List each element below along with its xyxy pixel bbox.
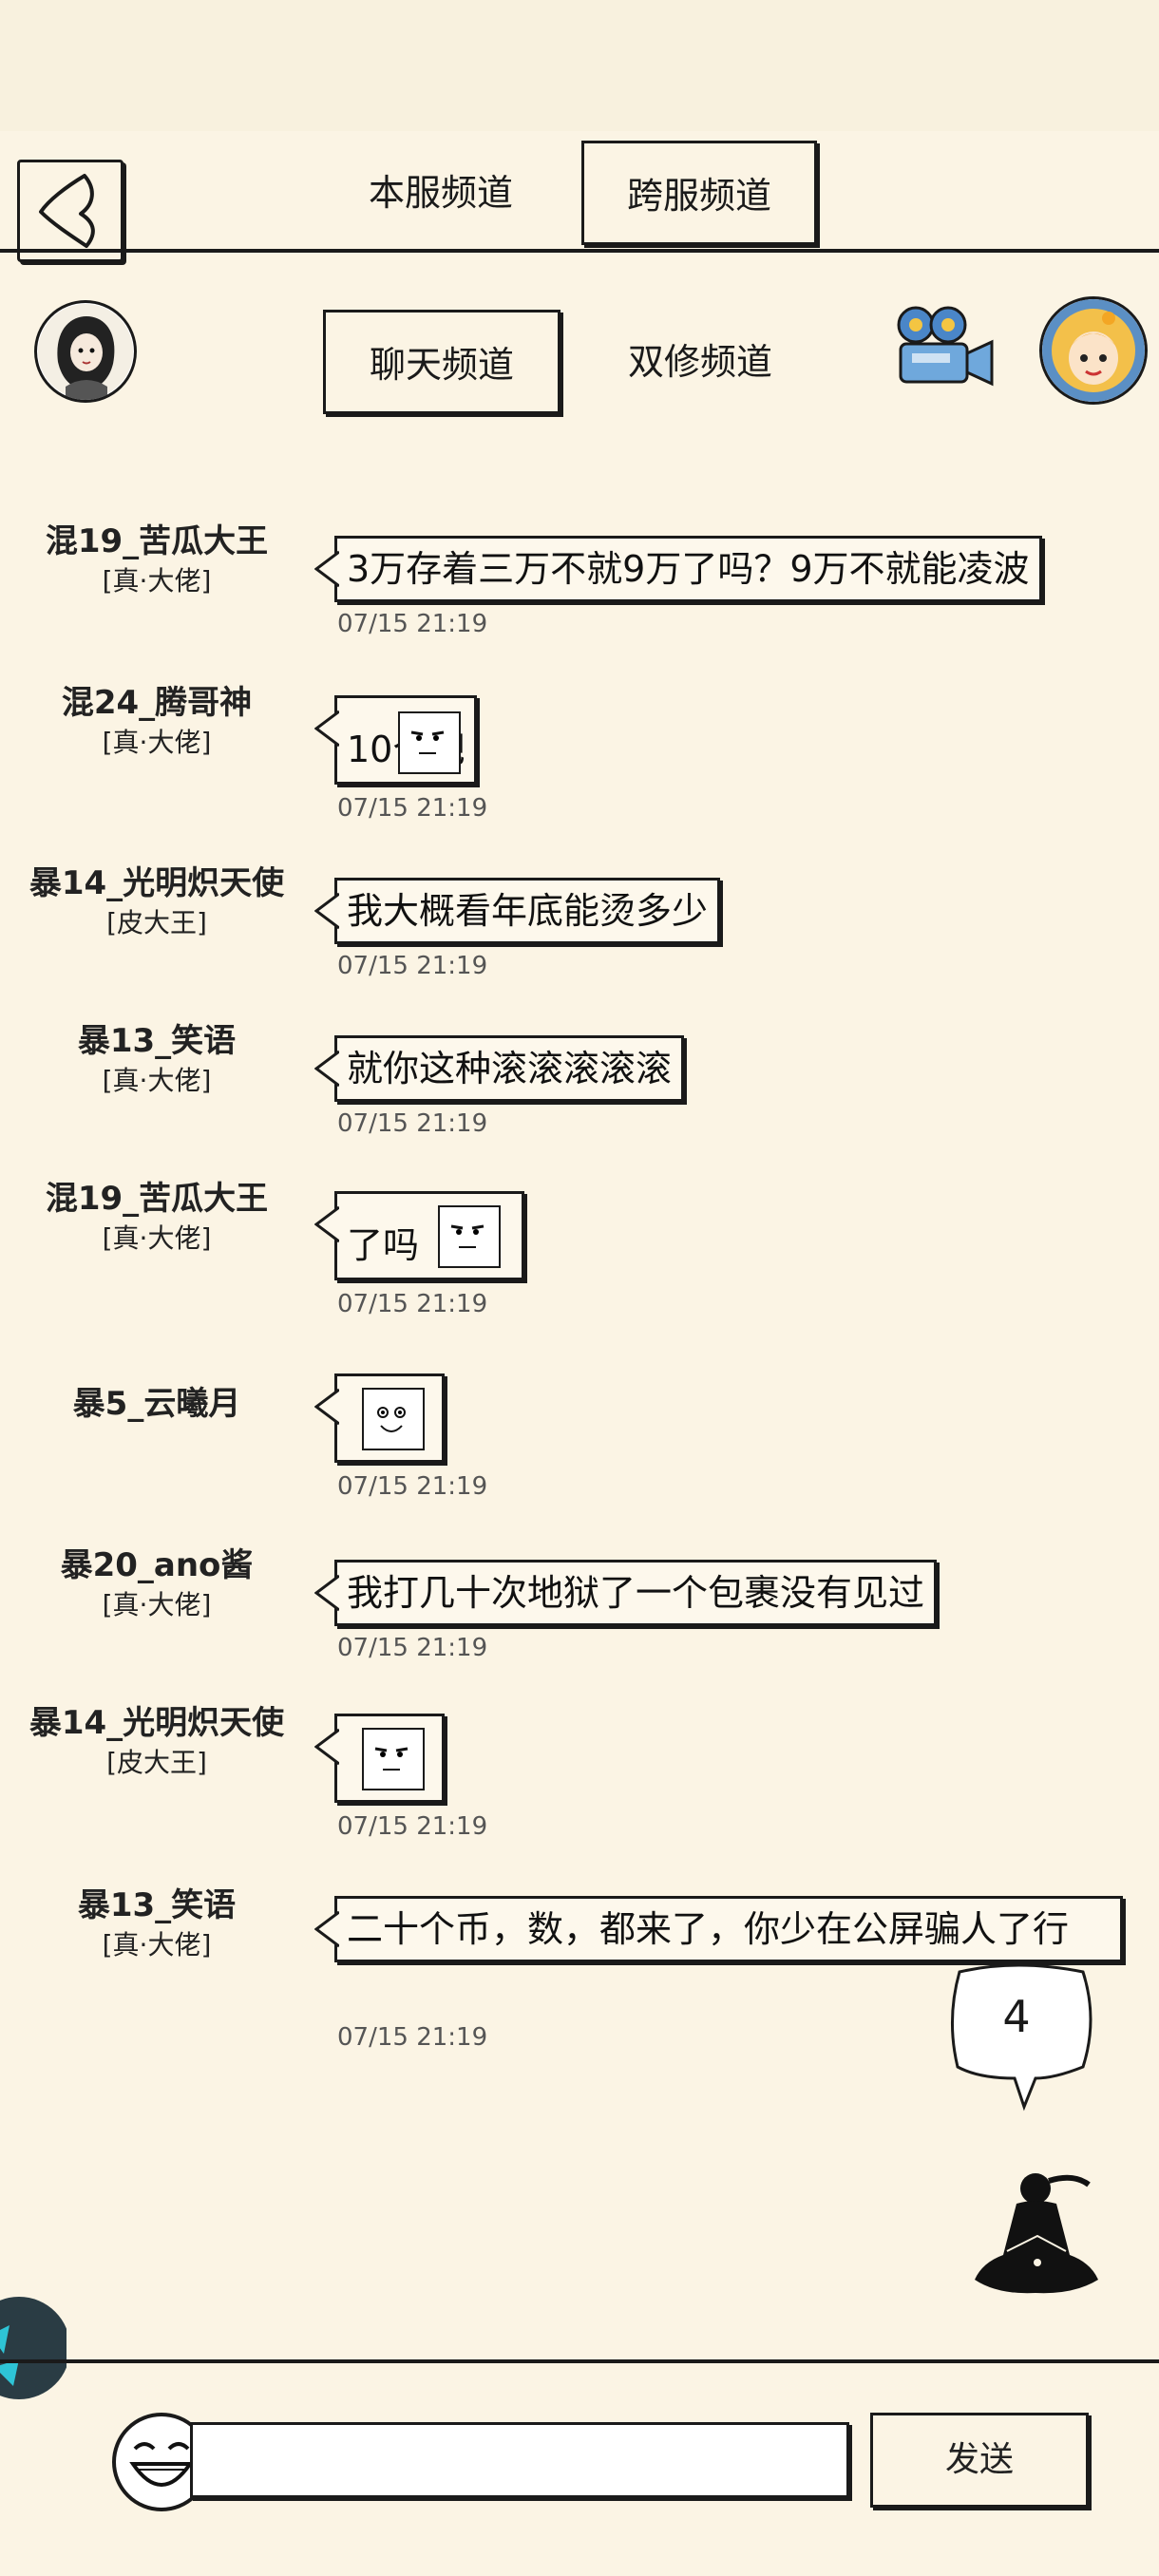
floating-assistant-icon[interactable] [0,2287,70,2415]
sender-name: 暴20_ano酱 [60,1546,254,1584]
message-time: 07/15 21:19 [337,794,488,823]
message-sender[interactable]: 暴20_ano酱 [真·大佬] [0,1544,314,1624]
back-button[interactable] [17,160,124,262]
message-time: 07/15 21:19 [337,1109,488,1138]
sender-name: 暴13_笑语 [77,1886,237,1924]
smiling-face-sticker-icon [362,1388,425,1450]
sender-name: 混19_苦瓜大王 [45,1180,269,1218]
message-time: 07/15 21:19 [337,610,488,638]
sender-title: [真·大佬] [102,727,212,758]
back-arrow-icon [39,174,95,248]
sender-title: [皮大王] [106,1747,207,1778]
message-sender[interactable]: 混19_苦瓜大王 [真·大佬] [0,1178,314,1258]
message-sender[interactable]: 暴13_笑语 [真·大佬] [0,1020,314,1100]
tab-chat-channel[interactable]: 聊天频道 [323,310,560,414]
unread-count: 4 [1002,1991,1031,2042]
sender-name: 混19_苦瓜大王 [45,522,269,560]
message-bubble[interactable]: 我大概看年底能烫多少 [314,878,721,944]
message-time: 07/15 21:19 [337,1290,488,1318]
video-camera-icon[interactable] [889,304,998,399]
message-bubble[interactable]: 了吗 [314,1191,524,1280]
player-avatar[interactable] [34,300,137,403]
unread-count-badge[interactable]: 4 [940,1953,1102,2114]
message-time: 07/15 21:19 [337,952,488,980]
npc-avatar[interactable] [1039,296,1148,405]
message-time: 07/15 21:19 [337,1472,488,1501]
sender-title: [真·大佬] [102,565,212,597]
sender-title: [真·大佬] [102,1065,212,1096]
message-sender[interactable]: 暴5_云曦月 [0,1383,314,1425]
message-time: 07/15 21:19 [337,2023,488,2052]
message-bubble[interactable]: 3万存着三万不就9万了吗？9万不就能凌波 [314,536,1042,602]
send-button[interactable]: 发送 [870,2413,1089,2508]
face-sticker-icon [362,1728,425,1790]
chat-input[interactable] [190,2422,849,2498]
sender-title: [皮大王] [106,907,207,938]
message-text: 了吗 [347,1224,420,1266]
message-sender[interactable]: 暴14_光明炽天使 [皮大王] [0,1702,314,1782]
face-sticker-icon [398,711,462,774]
message-text: 就你这种滚滚滚滚滚 [347,1048,673,1089]
sender-title: [真·大佬] [102,1222,212,1254]
tab-dual-cultivation[interactable]: 双修频道 [581,310,819,414]
sender-title: [真·大佬] [102,1929,212,1960]
message-sender[interactable]: 混24_腾哥神 [真·大佬] [0,682,314,762]
message-bubble[interactable] [314,1714,445,1803]
divider [0,2359,1159,2363]
divider [0,249,1159,253]
sender-name: 暴14_光明炽天使 [28,864,285,902]
message-sender[interactable]: 混19_苦瓜大王 [真·大佬] [0,521,314,600]
message-time: 07/15 21:19 [337,1634,488,1662]
message-text: 我打几十次地狱了一个包裹没有见过 [347,1572,925,1614]
message-bubble[interactable]: 就你这种滚滚滚滚滚 [314,1035,685,1102]
meditating-figure-icon[interactable] [969,2164,1108,2306]
face-sticker-icon [438,1205,501,1268]
sender-title: [真·大佬] [102,1589,212,1620]
sender-name: 暴13_笑语 [77,1022,237,1060]
message-time: 07/15 21:19 [337,1812,488,1841]
message-text: 我大概看年底能烫多少 [347,890,709,932]
message-bubble[interactable]: 我打几十次地狱了一个包裹没有见过 [314,1560,938,1626]
message-text: 3万存着三万不就9万了吗？9万不就能凌波 [347,548,1030,590]
message-bubble[interactable] [314,1373,445,1463]
sender-name: 暴5_云曦月 [72,1385,241,1423]
sender-name: 混24_腾哥神 [61,684,253,722]
status-area [0,0,1159,131]
sender-name: 暴14_光明炽天使 [28,1704,285,1742]
message-bubble[interactable]: 10个吧 [314,695,478,785]
message-sender[interactable]: 暴13_笑语 [真·大佬] [0,1885,314,1964]
message-sender[interactable]: 暴14_光明炽天使 [皮大王] [0,862,314,942]
tab-local-server[interactable]: 本服频道 [323,141,559,245]
message-text: 二十个币，数，都来了，你少在公屏骗人了行 [347,1908,1070,1950]
tab-cross-server[interactable]: 跨服频道 [581,141,817,245]
